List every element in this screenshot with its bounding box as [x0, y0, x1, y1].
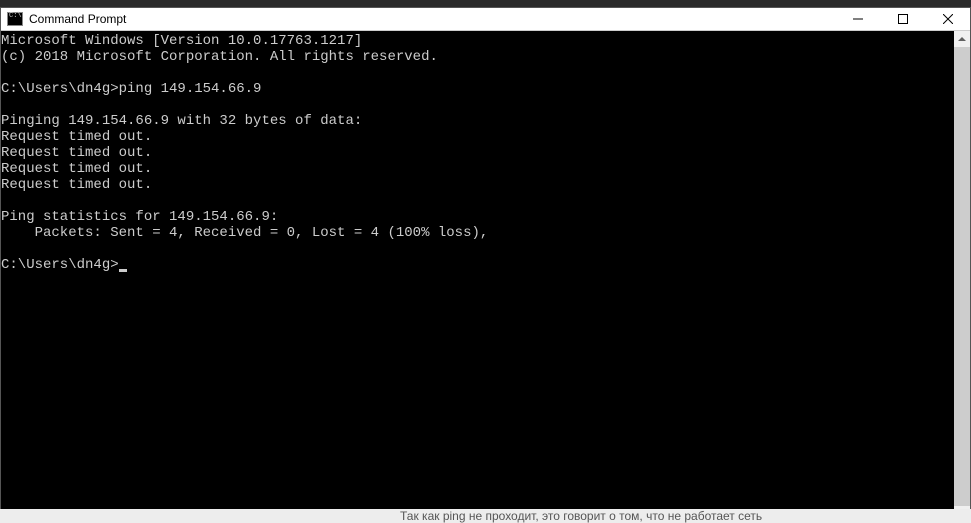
close-button[interactable] — [925, 8, 970, 30]
scrollbar[interactable] — [954, 31, 970, 522]
maximize-button[interactable] — [880, 8, 925, 30]
command-prompt-window: Command Prompt Microsoft Windows [Versio — [0, 7, 971, 523]
scroll-thumb[interactable] — [954, 47, 970, 506]
terminal-output: Microsoft Windows [Version 10.0.17763.12… — [1, 33, 488, 241]
minimize-icon — [853, 14, 863, 24]
maximize-icon — [898, 14, 908, 24]
scroll-up-button[interactable] — [954, 31, 970, 47]
chevron-up-icon — [958, 37, 966, 41]
titlebar[interactable]: Command Prompt — [1, 8, 970, 31]
cursor — [119, 269, 127, 272]
minimize-button[interactable] — [835, 8, 880, 30]
cmd-icon — [7, 12, 23, 26]
terminal-content[interactable]: Microsoft Windows [Version 10.0.17763.12… — [1, 31, 954, 522]
close-icon — [943, 14, 953, 24]
terminal-prompt: C:\Users\dn4g> — [1, 257, 119, 273]
window-controls — [835, 8, 970, 30]
background-strip — [0, 0, 971, 7]
terminal-area: Microsoft Windows [Version 10.0.17763.12… — [1, 31, 970, 522]
window-title: Command Prompt — [29, 12, 835, 26]
bottom-caption: Так как ping не проходит, это говорит о … — [0, 509, 971, 523]
